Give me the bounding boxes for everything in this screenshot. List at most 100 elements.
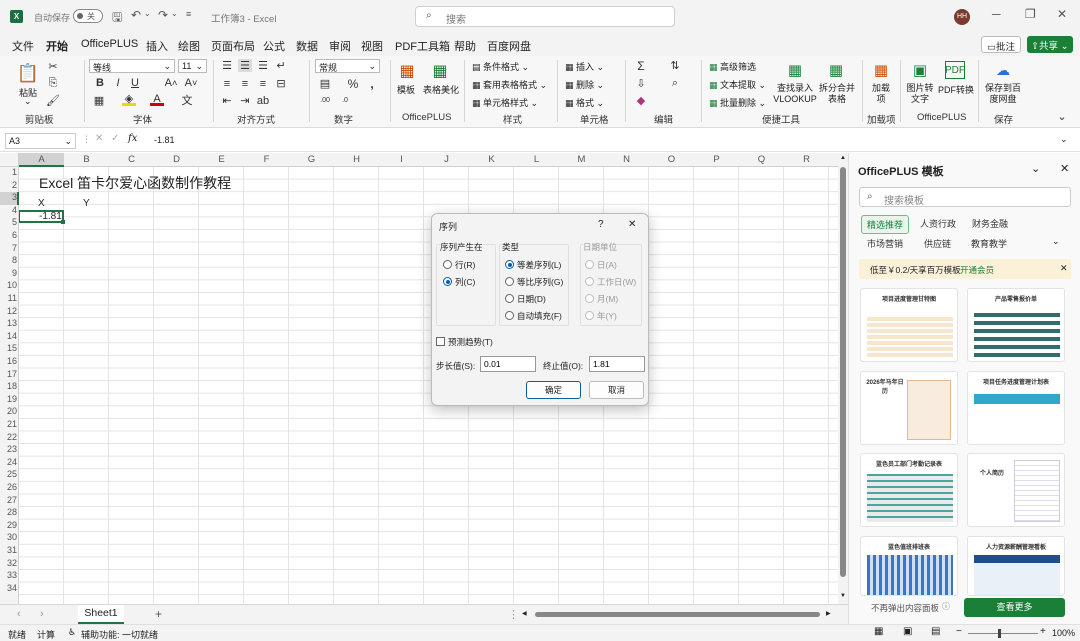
menu-pdf-tools[interactable]: PDF工具箱	[395, 38, 450, 54]
row-header[interactable]: 26	[0, 482, 17, 492]
sort-filter-icon[interactable]: ⇅	[668, 59, 682, 72]
autosum-icon[interactable]: Σ	[634, 59, 648, 73]
menu-draw[interactable]: 绘图	[178, 38, 200, 54]
menu-help[interactable]: 帮助	[454, 38, 476, 54]
underline-icon[interactable]: U	[129, 77, 141, 89]
close-icon[interactable]: ✕	[1057, 7, 1067, 21]
insert-cells-button[interactable]: ▦ 插入 ⌄	[565, 60, 604, 73]
wrap-text-icon[interactable]: ↵	[274, 59, 288, 72]
confirm-edit-icon[interactable]: ✓	[111, 133, 119, 144]
row-header[interactable]: 17	[0, 369, 17, 379]
row-header[interactable]: 29	[0, 520, 17, 530]
status-calculate[interactable]: 计算	[37, 628, 55, 641]
cell-a1-title[interactable]: Excel 笛卡尔爱心函数制作教程	[39, 173, 231, 193]
promo-banner[interactable]: 低至￥0.2/天享百万模板 开通会员 ✕	[859, 259, 1071, 279]
row-header[interactable]: 27	[0, 495, 17, 505]
radio-weekday-label[interactable]: 工作日(W)	[597, 276, 636, 288]
accounting-format-icon[interactable]: ▤	[318, 77, 332, 90]
radio-year[interactable]	[585, 311, 594, 320]
radio-date[interactable]	[505, 294, 514, 303]
no-popup-link[interactable]: 不再弹出内容面板	[871, 602, 939, 614]
prev-sheet-icon[interactable]: ‹	[17, 608, 21, 620]
column-header[interactable]: J	[424, 154, 469, 165]
column-header[interactable]: Q	[739, 154, 784, 165]
redo-icon[interactable]: ↷	[158, 8, 168, 22]
row-header[interactable]: 19	[0, 394, 17, 404]
template-card[interactable]: 项目进度管理甘特图	[860, 288, 958, 362]
orientation-icon[interactable]: ab	[256, 94, 270, 107]
row-header[interactable]: 22	[0, 432, 17, 442]
align-middle-icon[interactable]: ☰	[238, 59, 252, 72]
name-box[interactable]: A3 ⌄	[5, 133, 76, 149]
template-card[interactable]: 蓝色员工部门考勤记录表	[860, 453, 958, 527]
undo-icon[interactable]: ↶	[131, 8, 141, 22]
paste-icon[interactable]: 📋	[16, 60, 40, 86]
template-icon[interactable]: ▦	[397, 61, 417, 81]
zoom-in-icon[interactable]: +	[1040, 626, 1046, 637]
chip-supply-chain[interactable]: 供应链	[919, 235, 956, 252]
row-header[interactable]: 7	[0, 243, 17, 253]
column-header[interactable]: H	[334, 154, 379, 165]
trend-label[interactable]: 预测趋势(T)	[448, 336, 493, 348]
radio-autofill[interactable]	[505, 311, 514, 320]
radio-month[interactable]	[585, 294, 594, 303]
horizontal-scrollbar[interactable]	[535, 612, 820, 617]
addin-icon[interactable]: ▦	[871, 61, 891, 79]
vertical-scrollbar[interactable]: ▲ ▼	[838, 153, 848, 604]
radio-day-label[interactable]: 日(A)	[597, 259, 617, 271]
column-header[interactable]: A	[19, 154, 64, 165]
save-baidu-button[interactable]: 保存到百度网盘	[984, 83, 1022, 105]
row-header[interactable]: 11	[0, 293, 17, 303]
menu-formulas[interactable]: 公式	[263, 38, 285, 54]
scroll-up-icon[interactable]: ▲	[840, 155, 846, 161]
promo-link[interactable]: 开通会员	[960, 264, 994, 276]
radio-column[interactable]	[443, 277, 452, 286]
increase-font-icon[interactable]: A ˄	[164, 77, 178, 89]
row-header[interactable]: 25	[0, 469, 17, 479]
column-header[interactable]: R	[784, 154, 829, 165]
radio-date-label[interactable]: 日期(D)	[517, 293, 546, 305]
radio-linear-label[interactable]: 等差序列(L)	[517, 259, 561, 271]
cut-icon[interactable]: ✂	[47, 60, 59, 73]
scroll-down-icon[interactable]: ▼	[840, 593, 846, 599]
font-name-select[interactable]: 等线 ⌄	[89, 59, 175, 73]
column-header[interactable]: B	[64, 154, 109, 165]
template-search-input[interactable]: ⌕ 搜索模板	[859, 187, 1071, 207]
radio-autofill-label[interactable]: 自动填充(F)	[517, 310, 562, 322]
next-sheet-icon[interactable]: ›	[40, 608, 44, 620]
menu-view[interactable]: 视图	[361, 38, 383, 54]
percent-icon[interactable]: %	[346, 77, 360, 91]
row-header[interactable]: 31	[0, 545, 17, 555]
view-more-button[interactable]: 查看更多	[964, 598, 1065, 617]
row-header[interactable]: 12	[0, 306, 17, 316]
redo-dropdown-icon[interactable]: ⌄	[171, 9, 178, 18]
clear-icon[interactable]: ◆	[634, 94, 648, 107]
search-box[interactable]: ⌕ 搜索	[415, 6, 675, 27]
chip-marketing[interactable]: 市场营销	[862, 235, 908, 252]
cell-style-button[interactable]: ▦ 单元格样式 ⌄	[472, 96, 538, 109]
user-avatar[interactable]: HH	[954, 9, 970, 25]
scroll-thumb[interactable]	[840, 167, 846, 577]
column-header[interactable]: C	[109, 154, 154, 165]
delete-cells-button[interactable]: ▦ 删除 ⌄	[565, 78, 604, 91]
advanced-filter-button[interactable]: ▦ 高级筛选	[709, 60, 756, 73]
radio-row[interactable]	[443, 260, 452, 269]
row-header[interactable]: 5	[0, 217, 17, 227]
lookup-icon[interactable]: ▦	[785, 61, 805, 79]
stop-input[interactable]	[589, 356, 645, 372]
align-bottom-icon[interactable]: ☰	[256, 59, 270, 72]
chip-finance[interactable]: 财务金融	[967, 215, 1013, 232]
row-header[interactable]: 4	[0, 205, 17, 215]
cell-a2[interactable]: X	[38, 198, 45, 209]
insert-function-icon[interactable]: fx	[128, 133, 137, 144]
radio-linear[interactable]	[505, 260, 514, 269]
template-card[interactable]: 产品零售报价单	[967, 288, 1065, 362]
column-header[interactable]: M	[559, 154, 604, 165]
row-header[interactable]: 34	[0, 583, 17, 593]
row-header[interactable]: 20	[0, 406, 17, 416]
undo-dropdown-icon[interactable]: ⌄	[144, 9, 151, 18]
format-cells-button[interactable]: ▦ 格式 ⌄	[565, 96, 604, 109]
align-left-icon[interactable]: ≡	[220, 77, 234, 90]
row-header[interactable]: 28	[0, 507, 17, 517]
row-header[interactable]: 13	[0, 318, 17, 328]
